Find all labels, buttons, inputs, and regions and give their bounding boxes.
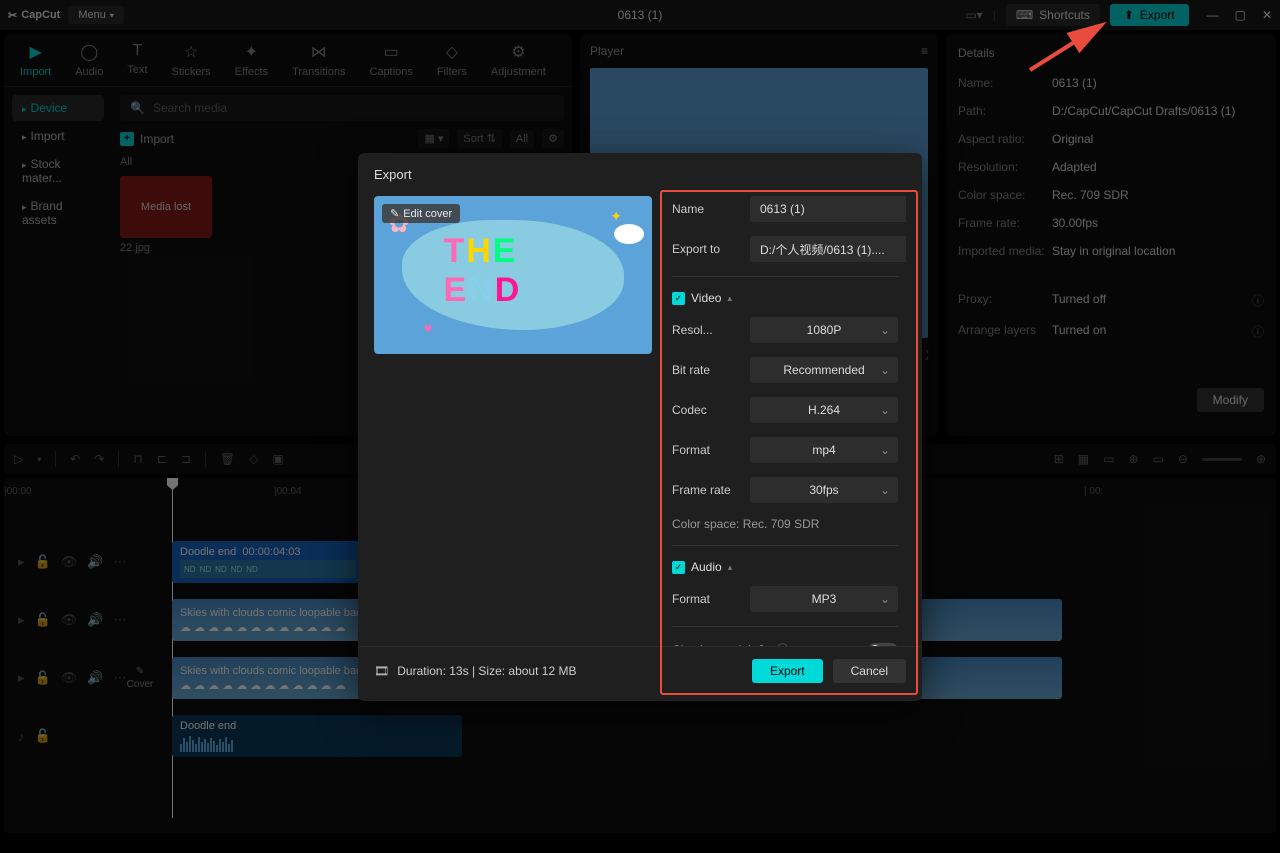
cancel-button[interactable]: Cancel	[833, 659, 906, 683]
video-checkbox[interactable]: ✓	[672, 292, 685, 305]
star-decoration: ✦	[610, 208, 622, 225]
film-icon: 🎞	[374, 664, 389, 678]
colorspace-note: Color space: Rec. 709 SDR	[672, 517, 898, 531]
copyright-label: Check copyright?	[672, 643, 765, 647]
bitrate-select[interactable]: Recommended	[750, 357, 898, 383]
export-confirm-button[interactable]: Export	[752, 659, 823, 683]
codec-select[interactable]: H.264	[750, 397, 898, 423]
cover-preview: ✦ ♥ THE END ✎ Edit cover	[374, 196, 652, 354]
collapse-icon: ▴	[728, 562, 733, 573]
pencil-icon: ✎	[390, 207, 399, 220]
exportto-input[interactable]	[750, 236, 906, 262]
edit-cover-button[interactable]: ✎ Edit cover	[382, 204, 460, 223]
export-form: Name Export to 📁 ✓ Video ▴ Resol... 1080…	[672, 196, 906, 646]
name-input[interactable]	[750, 196, 906, 222]
audio-section-header[interactable]: ✓ Audio ▴	[672, 560, 898, 574]
framerate-select[interactable]: 30fps	[750, 477, 898, 503]
collapse-icon: ▴	[727, 293, 732, 304]
audio-checkbox[interactable]: ✓	[672, 561, 685, 574]
the-end-text: THE END	[444, 232, 583, 310]
heart-decoration: ♥	[424, 320, 432, 336]
exportto-label: Export to	[672, 242, 738, 256]
export-dialog: Export ✦ ♥ THE END ✎ Edit cover Name	[358, 153, 922, 701]
export-meta: Duration: 13s | Size: about 12 MB	[397, 664, 576, 678]
format-select[interactable]: mp4	[750, 437, 898, 463]
resolution-select[interactable]: 1080P	[750, 317, 898, 343]
cloud-decoration	[614, 224, 644, 244]
copyright-toggle[interactable]	[868, 643, 898, 647]
help-icon[interactable]: ⓘ	[777, 641, 789, 646]
video-section-header[interactable]: ✓ Video ▴	[672, 291, 898, 305]
dialog-title: Export	[358, 153, 922, 196]
name-label: Name	[672, 202, 738, 216]
audio-format-select[interactable]: MP3	[750, 586, 898, 612]
